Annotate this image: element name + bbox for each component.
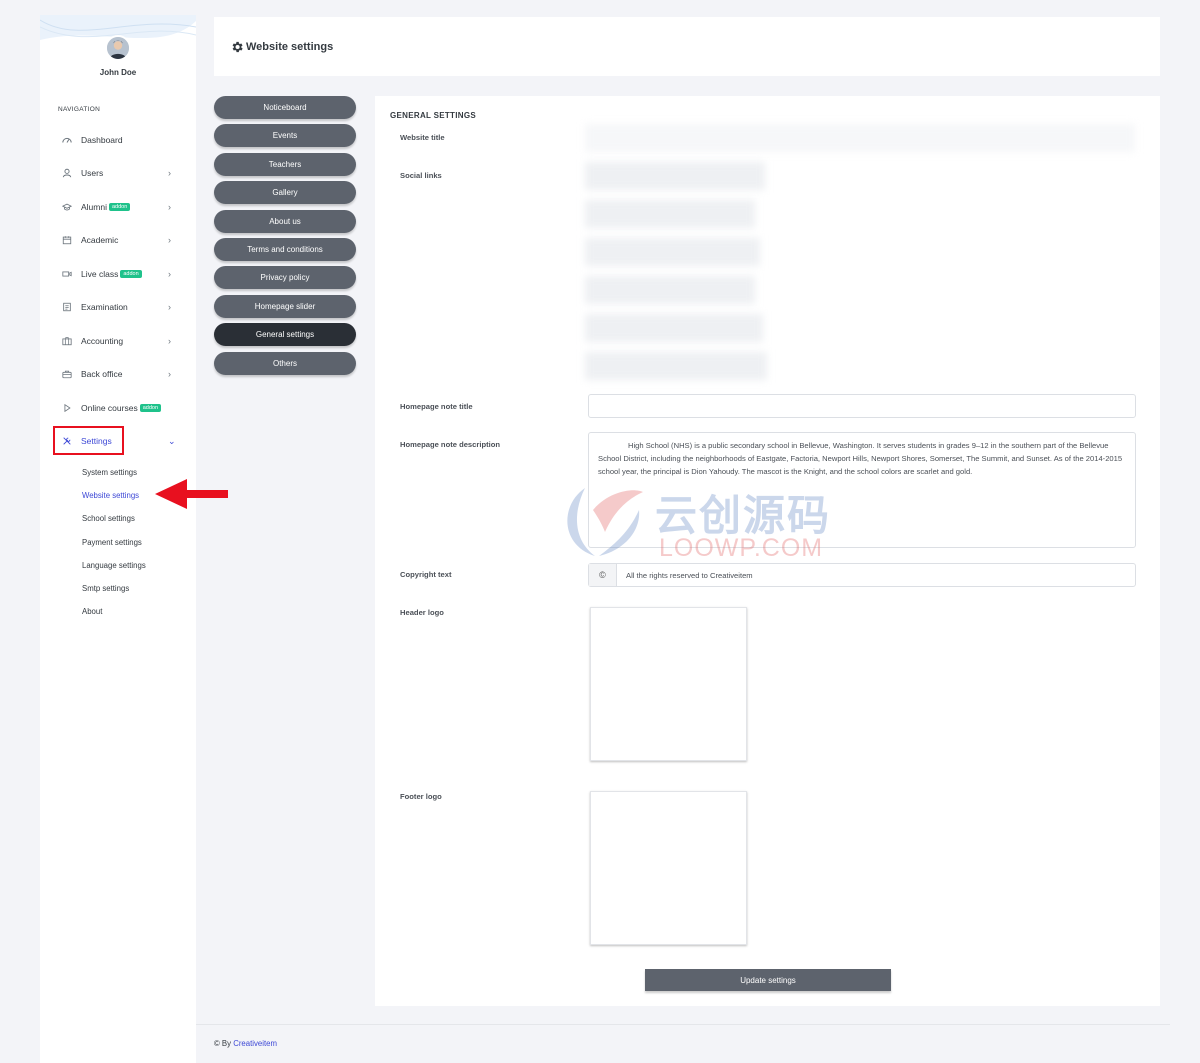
gear-icon <box>232 41 243 52</box>
sidebar: John Doe NAVIGATION Dashboard Users › Al… <box>40 15 196 1063</box>
tab-homepage-slider[interactable]: Homepage slider <box>214 294 356 318</box>
chevron-right-icon: › <box>168 235 171 246</box>
subnav-item-about[interactable]: About <box>82 600 146 623</box>
sidebar-item-label: Users <box>81 168 104 179</box>
social-links-label: Social links <box>400 171 442 180</box>
sidebar-item-users[interactable]: Users › <box>40 157 196 191</box>
header-logo-upload[interactable] <box>590 607 747 761</box>
chevron-right-icon: › <box>168 369 171 380</box>
briefcase-icon <box>61 335 73 347</box>
subnav-item-school-settings[interactable]: School settings <box>82 507 146 530</box>
document-icon <box>61 301 73 313</box>
social-link-input-6[interactable] <box>585 352 767 380</box>
addon-badge: addon <box>108 202 131 211</box>
tab-about-us[interactable]: About us <box>214 209 356 233</box>
update-settings-button[interactable]: Update settings <box>645 969 891 991</box>
tab-privacy-policy[interactable]: Privacy policy <box>214 266 356 290</box>
social-link-input-5[interactable] <box>585 314 763 342</box>
addon-badge: addon <box>139 403 161 412</box>
social-link-input-2[interactable] <box>585 200 755 228</box>
copyright-label: Copyright text <box>400 570 452 579</box>
website-title-input[interactable] <box>585 124 1135 152</box>
watermark-latin-text: LOOWP.COM <box>659 534 824 562</box>
footer-logo-upload[interactable] <box>590 791 747 945</box>
user-icon <box>61 167 73 179</box>
sidebar-item-examination[interactable]: Examination › <box>40 291 196 325</box>
sidebar-item-label: Accounting <box>81 335 124 346</box>
copyright-input[interactable]: © All the rights reserved to Creativeite… <box>588 563 1136 587</box>
sidebar-item-back-office[interactable]: Back office › <box>40 358 196 392</box>
copyright-value: All the rights reserved to Creativeitem <box>626 570 753 580</box>
sidebar-item-label: Alumni <box>81 201 107 212</box>
subnav-item-website-settings[interactable]: Website settings <box>82 484 146 507</box>
tab-events[interactable]: Events <box>214 124 356 148</box>
footer-logo-label: Footer logo <box>400 792 442 801</box>
subnav-item-system-settings[interactable]: System settings <box>82 461 146 484</box>
user-name: John Doe <box>99 68 137 77</box>
tab-teachers[interactable]: Teachers <box>214 152 356 176</box>
copyright-icon: © <box>589 564 617 586</box>
chevron-right-icon: › <box>168 302 171 313</box>
watermark: 云创源码 LOOWP.COM <box>555 480 855 562</box>
social-link-input-3[interactable] <box>585 238 760 266</box>
calendar-icon <box>61 234 73 246</box>
page-header: Website settings <box>214 17 1160 76</box>
subnav-item-language-settings[interactable]: Language settings <box>82 554 146 577</box>
homepage-note-title-input[interactable] <box>588 394 1136 418</box>
chevron-right-icon: › <box>168 168 171 179</box>
homepage-note-title-label: Homepage note title <box>400 402 473 411</box>
play-icon <box>61 402 73 414</box>
avatar[interactable] <box>105 35 131 61</box>
sidebar-item-label: Academic <box>81 235 119 246</box>
social-link-input-4[interactable] <box>585 276 755 304</box>
bag-icon <box>61 368 73 380</box>
footer-divider <box>196 1024 1170 1025</box>
addon-badge: addon <box>120 269 142 278</box>
chevron-right-icon: › <box>168 268 171 279</box>
sidebar-item-accounting[interactable]: Accounting › <box>40 324 196 358</box>
sidebar-item-online-courses[interactable]: Online courses addon <box>40 391 196 425</box>
graduation-cap-icon <box>61 201 73 213</box>
footer-prefix: © By <box>214 1039 232 1048</box>
tab-terms-and-conditions[interactable]: Terms and conditions <box>214 237 356 261</box>
footer-link-creativeitem[interactable]: Creativeitem <box>233 1039 277 1048</box>
sidebar-item-dashboard[interactable]: Dashboard <box>40 123 196 157</box>
chevron-right-icon: › <box>168 201 171 212</box>
chevron-down-icon: ⌄ <box>168 435 176 446</box>
subnav-item-smtp-settings[interactable]: Smtp settings <box>82 577 146 600</box>
nav-menu: Dashboard Users › Alumni addon › Academi… <box>40 123 196 458</box>
footer: © By Creativeitem <box>214 1039 277 1048</box>
sidebar-item-academic[interactable]: Academic › <box>40 224 196 258</box>
sidebar-item-label: Dashboard <box>81 134 123 145</box>
red-arrow-annotation <box>155 479 228 509</box>
website-title-label: Website title <box>400 133 445 142</box>
settings-submenu: System settings Website settings School … <box>82 461 146 623</box>
social-link-input-1[interactable] <box>585 162 765 190</box>
tab-gallery[interactable]: Gallery <box>214 181 356 205</box>
sidebar-item-label: Back office <box>81 369 123 380</box>
sidebar-item-label: Online courses <box>81 402 138 413</box>
tab-general-settings[interactable]: General settings <box>214 323 356 347</box>
settings-highlight-box <box>53 426 124 455</box>
sidebar-item-alumni[interactable]: Alumni addon › <box>40 190 196 224</box>
tab-others[interactable]: Others <box>214 351 356 375</box>
section-title: GENERAL SETTINGS <box>390 111 476 120</box>
dashboard-icon <box>61 134 73 146</box>
subnav-item-payment-settings[interactable]: Payment settings <box>82 531 146 554</box>
tab-noticeboard[interactable]: Noticeboard <box>214 96 356 119</box>
settings-tab-menu: Noticeboard Events Teachers Gallery Abou… <box>214 96 356 380</box>
video-icon <box>61 268 73 280</box>
homepage-note-description-label: Homepage note description <box>400 440 500 449</box>
sidebar-item-live-class[interactable]: Live class addon › <box>40 257 196 291</box>
header-logo-label: Header logo <box>400 608 444 617</box>
sidebar-item-label: Live class <box>81 268 119 279</box>
chevron-right-icon: › <box>168 335 171 346</box>
sidebar-item-label: Examination <box>81 302 128 313</box>
page-title: Website settings <box>246 40 334 53</box>
watermark-logo-icon <box>567 488 643 556</box>
nav-heading: NAVIGATION <box>58 106 101 113</box>
